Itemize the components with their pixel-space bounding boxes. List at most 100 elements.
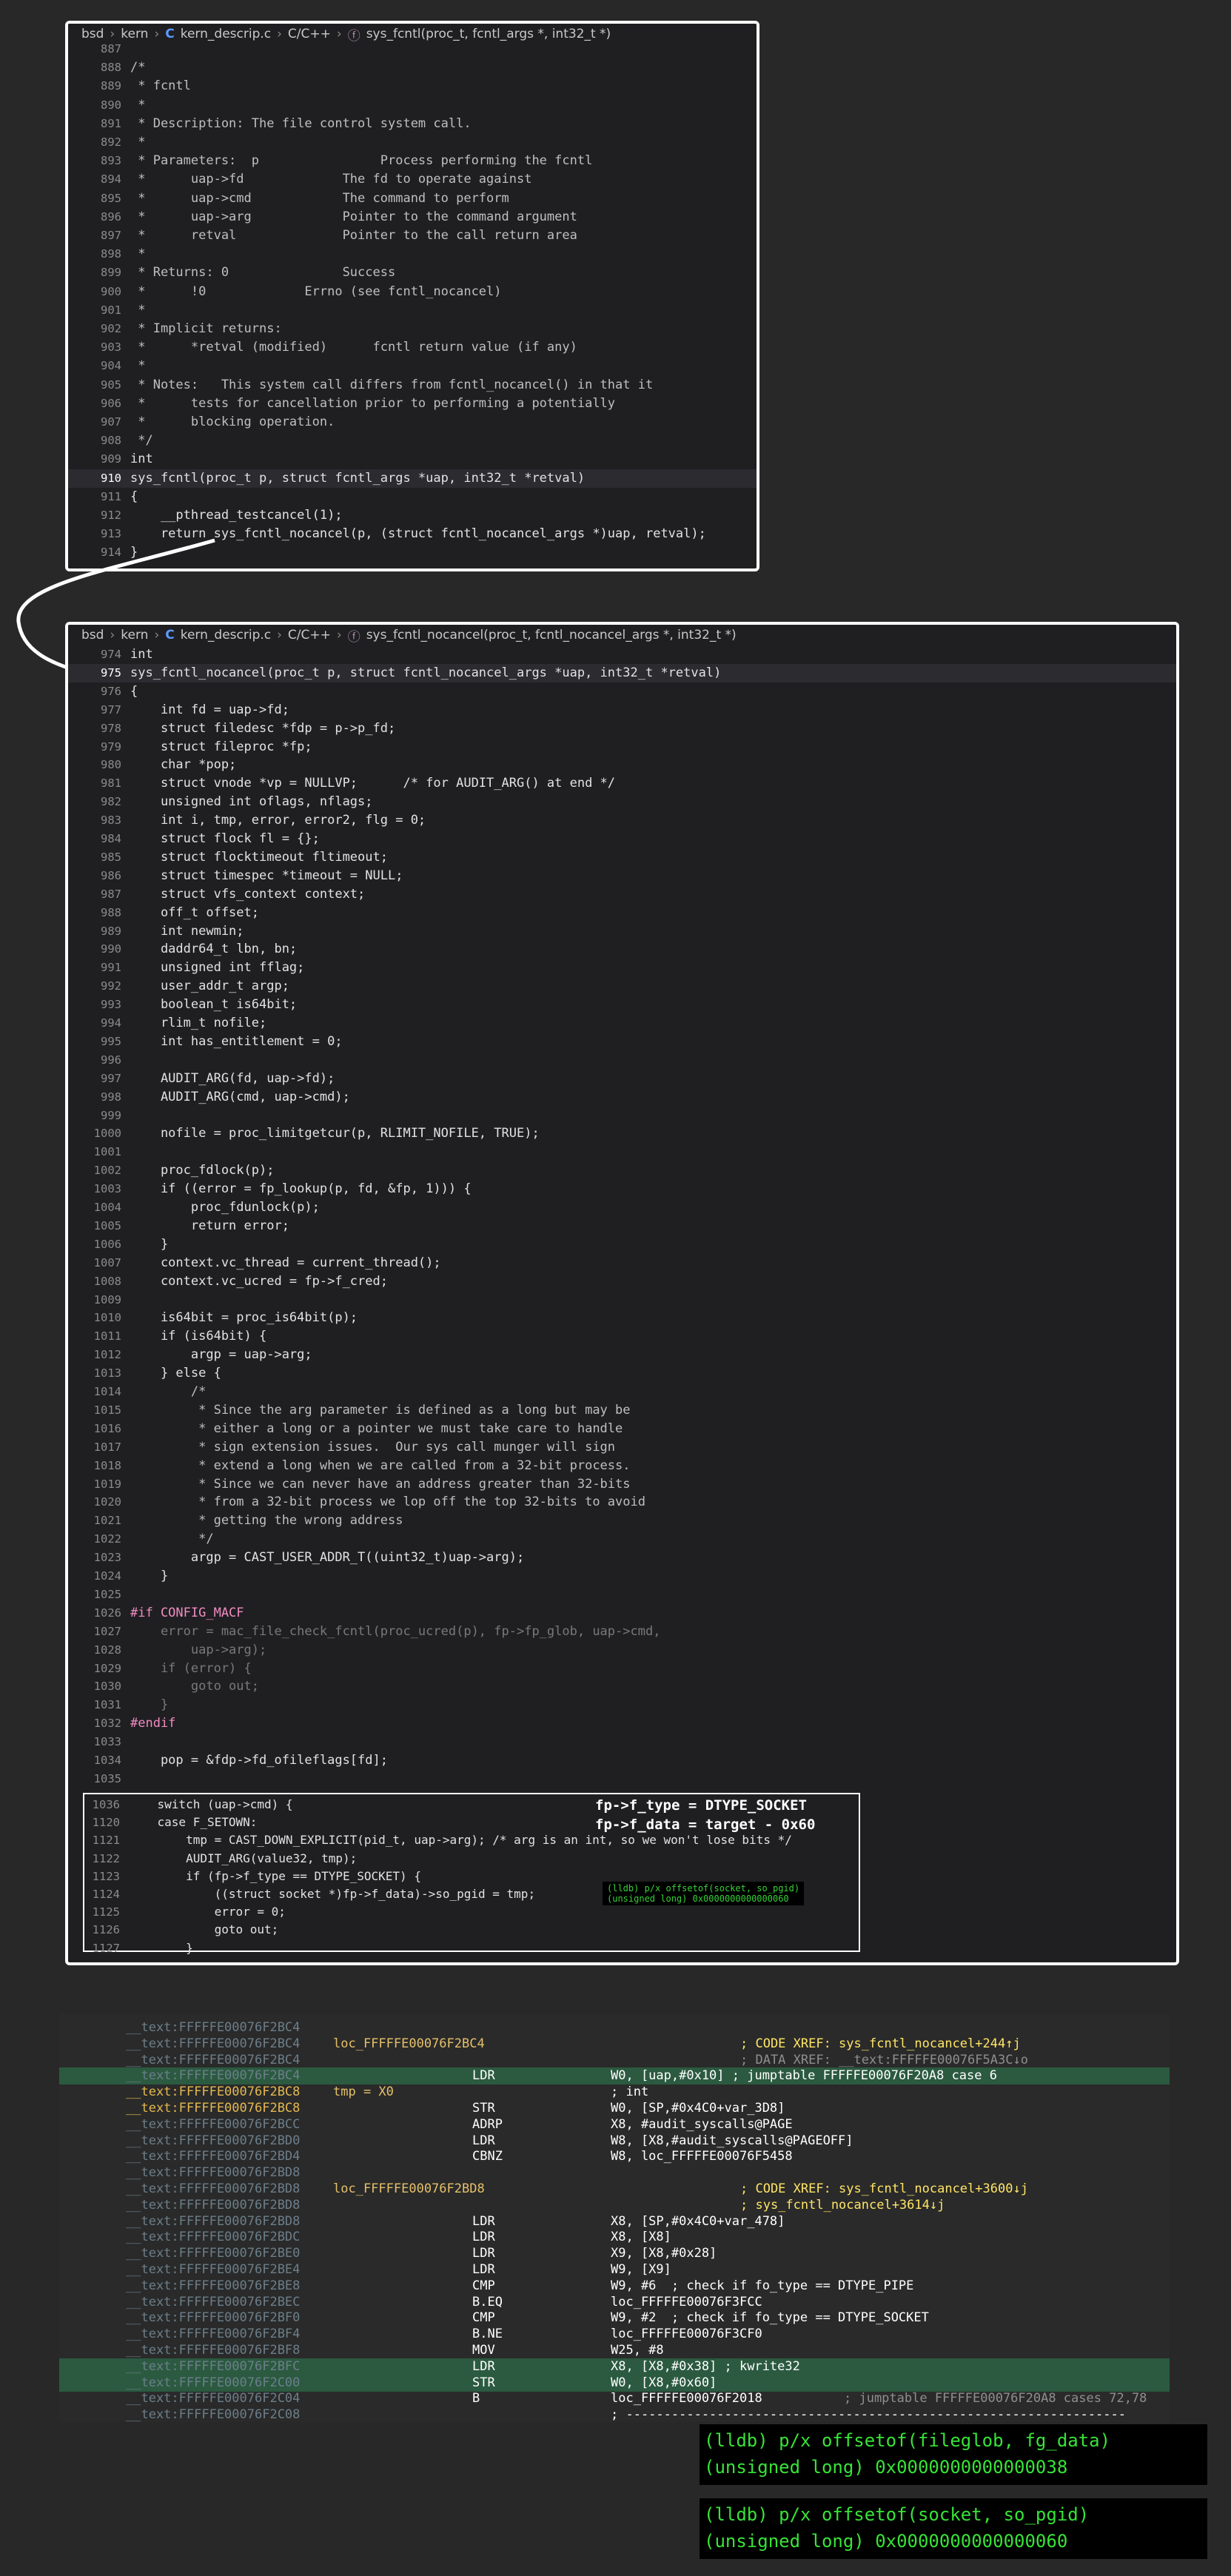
disasm-row[interactable]: __text:FFFFFE00076F2BD4 CBNZ W8, loc_FFFFF… (59, 2148, 1170, 2165)
breadcrumb-item-bsd[interactable]: bsd (81, 628, 104, 643)
code-line: if (is64bit) { (130, 1329, 267, 1344)
disasm-row[interactable]: __text:FFFFFE00076F2BE8 CMP W9, #6 ; check… (59, 2278, 1170, 2295)
annotation-f-type: fp->f_type = DTYPE_SOCKET (595, 1797, 807, 1814)
disasm-row[interactable]: __text:FFFFFE00076F2BCC ADRP X8, #audit_sy… (59, 2116, 1170, 2133)
code-line: off_t offset; (130, 905, 259, 920)
c-file-icon: C (165, 628, 175, 643)
breadcrumb-item-function[interactable]: sys_fcntl_nocancel(proc_t, fcntl_nocance… (366, 628, 737, 643)
line-number: 974 (101, 648, 121, 661)
disasm-operands: W0, [SP,#0x4C0+var_3D8] (611, 2101, 785, 2116)
disasm-row[interactable]: __text:FFFFFE00076F2BFC LDR X8, [X8,#0x38]… (59, 2358, 1170, 2375)
line-number: 1018 (93, 1458, 121, 1472)
disasm-address: __text:FFFFFE00076F2BD4 (126, 2149, 301, 2164)
code-line: pop = &fdp->fd_ofileflags[fd]; (130, 1753, 388, 1768)
disasm-row[interactable]: __text:FFFFFE00076F2BDC LDR X8, [X8] (59, 2229, 1170, 2246)
code-line: user_addr_t argp; (130, 979, 289, 994)
code-line: */ (130, 433, 153, 449)
disassembly-view[interactable]: __text:FFFFFE00076F2BC4 __text:FFFFFE0007… (59, 2013, 1170, 2422)
disasm-row[interactable]: __text:FFFFFE00076F2BEC B.EQ loc_FFFFFE000… (59, 2294, 1170, 2311)
line-number: 1121 (92, 1834, 120, 1848)
code-line: * (130, 97, 146, 113)
code-line: AUDIT_ARG(fd, uap->fd); (130, 1070, 335, 1086)
disasm-row[interactable]: __text:FFFFFE00076F2BF8 MOV W25, #8 (59, 2342, 1170, 2359)
line-number: 908 (101, 434, 121, 448)
line-number: 1127 (92, 1941, 120, 1955)
disasm-row[interactable]: __text:FFFFFE00076F2BE0 LDR X9, [X8,#0x28] (59, 2245, 1170, 2262)
line-number: 893 (101, 154, 121, 168)
disasm-comment: ; CODE XREF: sys_fcntl_nocancel+3600↓j (740, 2181, 1028, 2196)
line-number: 977 (101, 702, 121, 717)
disasm-operands: W9, #2 ; check if fo_type == DTYPE_SOCKE… (611, 2310, 929, 2326)
annotation-f-data: fp->f_data = target - 0x60 (595, 1817, 816, 1833)
disasm-row[interactable]: __text:FFFFFE00076F2BD8 loc_FFFFFE00076F2… (59, 2181, 1170, 2198)
disasm-operands: X8, [X8,#0x38] ; kwrite32 (611, 2358, 800, 2374)
breadcrumb-item-function[interactable]: sys_fcntl(proc_t, fcntl_args *, int32_t … (366, 27, 611, 41)
disasm-operands: W25, #8 (611, 2343, 664, 2358)
code-line: * Implicit returns: (130, 321, 282, 336)
disasm-address: __text:FFFFFE00076F2BC8 (126, 2084, 301, 2100)
lldb-result: (unsigned long) 0x0000000000000038 (704, 2457, 1068, 2478)
breadcrumb-item-lang[interactable]: C/C++ (288, 27, 331, 41)
code-line: int newmin; (130, 923, 244, 939)
line-number: 1035 (93, 1771, 121, 1785)
code-area[interactable]: 974 int 975 sys_fcntl_nocancel(proc_t p, st… (68, 645, 1176, 1962)
disasm-address: __text:FFFFFE00076F2C00 (126, 2375, 301, 2390)
disasm-address: __text:FFFFFE00076F2BC4 (126, 2020, 301, 2035)
disasm-row[interactable]: __text:FFFFFE00076F2BC8 STR W0, [SP,#0x4C0… (59, 2100, 1170, 2117)
disasm-address: __text:FFFFFE00076F2BC4 (126, 2052, 301, 2067)
code-line: rlim_t nofile; (130, 1016, 267, 1030)
code-line: uap->arg); (130, 1642, 267, 1657)
code-line: proc_fdunlock(p); (130, 1200, 320, 1215)
disasm-address: __text:FFFFFE00076F2BD8 (126, 2165, 301, 2181)
line-number: 1034 (93, 1754, 121, 1767)
code-line: } (130, 1697, 169, 1713)
disasm-row[interactable]: __text:FFFFFE00076F2BC8 tmp = X0 ; int (59, 2084, 1170, 2101)
disasm-label: tmp = X0 (333, 2084, 394, 2100)
disasm-row[interactable]: __text:FFFFFE00076F2BC4 (59, 2019, 1170, 2036)
code-line: boolean_t is64bit; (130, 997, 298, 1013)
disasm-operands: W9, #6 ; check if fo_type == DTYPE_PIPE (611, 2278, 914, 2293)
code-line: sys_fcntl_nocancel(proc_t p, struct fcnt… (130, 665, 722, 680)
disasm-row[interactable]: __text:FFFFFE00076F2C04 Bloc_FFFFFE00076F… (59, 2390, 1170, 2407)
line-number: 889 (101, 79, 121, 93)
code-line: */ (130, 1532, 214, 1547)
disasm-row[interactable]: __text:FFFFFE00076F2C00 STR W0, [X8,#0x60] (59, 2374, 1170, 2392)
code-line: #if CONFIG_MACF (130, 1605, 244, 1620)
disasm-row[interactable]: __text:FFFFFE00076F2BC4 loc_FFFFFE00076F2… (59, 2036, 1170, 2053)
disasm-row[interactable]: __text:FFFFFE00076F2BF4 B.NE loc_FFFFFE000… (59, 2326, 1170, 2343)
line-number: 905 (101, 378, 121, 392)
editor-panel-sys-fcntl-nocancel: bsd › kern › C kern_descrip.c › C/C++ › … (65, 622, 1179, 1965)
breadcrumb-item-kern[interactable]: kern (121, 27, 148, 41)
disasm-address: __text:FFFFFE00076F2BD8 (126, 2213, 301, 2229)
line-number: 978 (101, 721, 121, 735)
disasm-row[interactable]: __text:FFFFFE00076F2BD0 LDR W8, [X8,#audit… (59, 2133, 1170, 2150)
breadcrumb-item-bsd[interactable]: bsd (81, 27, 104, 41)
disasm-row[interactable]: __text:FFFFFE00076F2BC4 LDR W0, [uap,#0x10… (59, 2067, 1170, 2085)
chevron-right-icon: › (110, 628, 115, 643)
line-number: 992 (101, 979, 121, 993)
disasm-row[interactable]: __text:FFFFFE00076F2BE4 LDR W9, [X9] (59, 2261, 1170, 2278)
code-area[interactable]: 887 888 /* 889 * fcntl 890 * 891 * Descriptio… (68, 42, 757, 568)
disasm-mnemonic: CBNZ (472, 2149, 503, 2164)
code-line: nofile = proc_limitgetcur(p, RLIMIT_NOFI… (130, 1126, 540, 1141)
chevron-right-icon: › (154, 27, 160, 41)
disasm-row[interactable]: __text:FFFFFE00076F2C08 ; ---------------… (59, 2406, 1170, 2424)
disasm-row[interactable]: __text:FFFFFE00076F2BF0 CMP W9, #2 ; check… (59, 2310, 1170, 2327)
code-line: * retval Pointer to the call return area (130, 228, 577, 243)
code-line: } (130, 1236, 169, 1252)
disasm-row[interactable]: __text:FFFFFE00076F2BD8 ; sys_fcntl_nocan… (59, 2197, 1170, 2214)
breadcrumb-item-file[interactable]: kern_descrip.c (181, 628, 271, 643)
code-line: * blocking operation. (130, 415, 335, 429)
line-number: 1015 (93, 1403, 121, 1417)
disasm-address: __text:FFFFFE00076F2BEC (126, 2294, 301, 2310)
code-line: * Returns: 0 Success (130, 265, 396, 281)
lldb-command: (lldb) p/x offsetof(socket, so_pgid) (704, 2504, 1090, 2525)
disasm-comment: ; jumptable FFFFFE00076F20A8 cases 72,78 (844, 2391, 1147, 2406)
breadcrumb-item-kern[interactable]: kern (121, 628, 148, 643)
disasm-row[interactable]: __text:FFFFFE00076F2BC4 ; DATA XREF: __te… (59, 2052, 1170, 2069)
disasm-row[interactable]: __text:FFFFFE00076F2BD8 LDR X8, [SP,#0x4C0… (59, 2213, 1170, 2230)
disasm-row[interactable]: __text:FFFFFE00076F2BD8 (59, 2164, 1170, 2181)
line-number: 1021 (93, 1514, 121, 1528)
breadcrumb-item-file[interactable]: kern_descrip.c (181, 27, 271, 41)
breadcrumb-item-lang[interactable]: C/C++ (288, 628, 331, 643)
